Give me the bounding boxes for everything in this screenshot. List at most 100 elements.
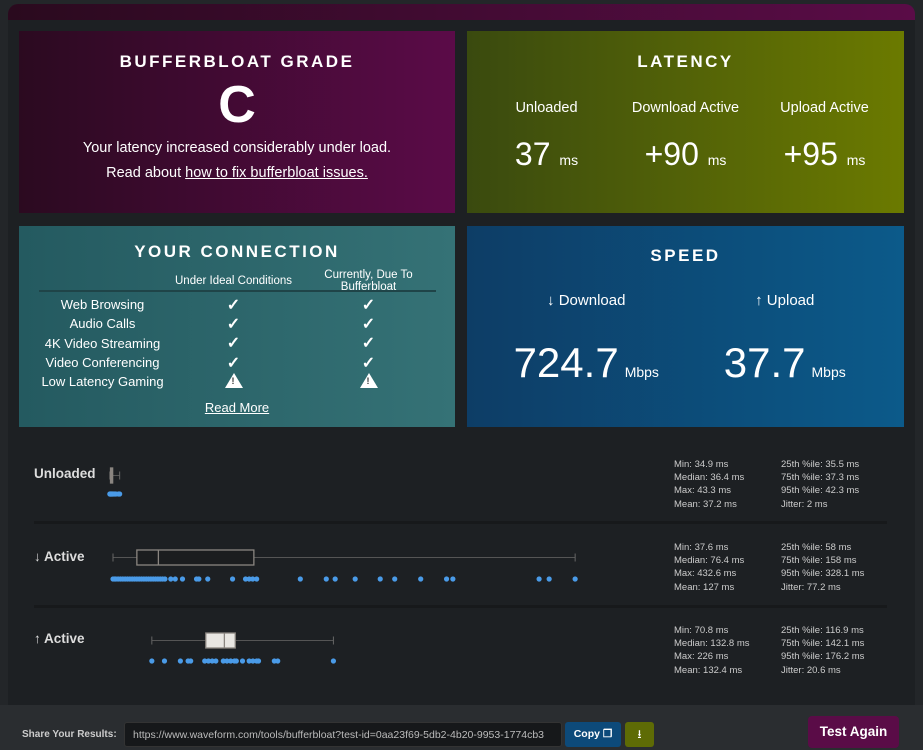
unit: ms	[846, 152, 866, 168]
stat: Median: 76.4 ms	[674, 555, 745, 567]
data-point	[418, 576, 424, 582]
data-point	[205, 576, 211, 582]
speed-title: SPEED	[650, 246, 721, 265]
latency-boxplot-chart	[107, 467, 578, 664]
row-stats: Min: 34.9 ms 25th %ile: 35.5 ms Median: 36…	[674, 458, 894, 511]
share-label: Share Your Results:	[22, 729, 117, 740]
unit: Mbps	[624, 364, 659, 380]
stat: 75th %ile: 158 ms	[781, 555, 857, 567]
grade-message: Your latency increased considerably unde…	[82, 140, 392, 156]
download-button[interactable]: ⭳	[625, 722, 654, 747]
fix-bufferbloat-link[interactable]: how to fix bufferbloat issues.	[185, 165, 368, 181]
latency-value: +90	[644, 136, 699, 172]
check-icon: ✓	[226, 296, 241, 314]
upload-label: ↑ Upload	[755, 292, 815, 309]
test-again-button[interactable]: Test Again	[808, 716, 899, 748]
check-icon: ✓	[226, 315, 241, 333]
latency-card: LATENCY Unloaded 37 ms Download Active +90…	[467, 31, 904, 213]
upload-speed: ↑ Upload 37.7 Mbps	[700, 292, 870, 387]
grade-title: BUFFERBLOAT GRADE	[119, 52, 355, 71]
download-label: ↓ Download	[547, 292, 626, 309]
stat: 95th %ile: 42.3 ms	[781, 485, 860, 497]
data-point	[377, 576, 383, 582]
connection-row: Video Conferencing ✓ ✓	[39, 353, 436, 372]
data-point	[213, 658, 219, 664]
stat: 25th %ile: 58 ms	[781, 542, 852, 553]
data-point	[229, 576, 236, 582]
stat: Median: 132.8 ms	[674, 638, 750, 650]
row-stats: Min: 70.8 ms 25th %ile: 116.9 ms Median: 1…	[674, 624, 894, 677]
copy-label: Copy	[573, 728, 600, 740]
read-about-text: Read about	[106, 165, 186, 181]
latency-label: Unloaded	[515, 100, 578, 116]
stat: Median: 36.4 ms	[674, 472, 745, 484]
latency-value: 37	[514, 136, 551, 172]
data-point	[546, 576, 552, 582]
unit: ms	[559, 152, 579, 168]
data-point	[117, 491, 123, 497]
connection-row: Low Latency Gaming!!	[39, 372, 436, 391]
stat: Min: 34.9 ms	[674, 459, 729, 470]
data-point	[323, 576, 329, 582]
grade-card: BUFFERBLOAT GRADE C Your latency increas…	[19, 31, 455, 213]
row-stats: Min: 37.6 ms 25th %ile: 58 ms Median: 76.4…	[674, 541, 894, 594]
stat: Mean: 132.4 ms	[674, 664, 743, 676]
download-value: 724.7	[513, 339, 619, 386]
iqr-box	[136, 549, 255, 566]
download-speed: ↓ Download 724.7 Mbps	[501, 292, 671, 387]
unit: ms	[707, 152, 727, 168]
latency-label: Upload Active	[780, 100, 869, 116]
grade-letter: C	[218, 76, 256, 134]
data-point	[392, 576, 398, 582]
copy-icon: ❐	[602, 728, 613, 740]
activity-name: Video Conferencing	[45, 355, 160, 371]
activity-name: Audio Calls	[69, 316, 136, 332]
data-point	[330, 658, 337, 664]
share-url-input[interactable]	[124, 722, 562, 747]
latency-value: +95	[783, 136, 838, 172]
stat: Max: 226 ms	[674, 651, 729, 663]
warning-icon: !	[359, 372, 378, 388]
activity-name: 4K Video Streaming	[44, 335, 161, 351]
speed-card: SPEED ↓ Download 724.7 Mbps ↑ Upload 37.7 Mb…	[467, 226, 904, 427]
check-icon: ✓	[361, 335, 376, 353]
check-icon: ✓	[226, 354, 241, 372]
latency-upload-active: Upload Active +95 ms	[760, 100, 890, 173]
data-point	[332, 576, 338, 582]
data-point	[352, 576, 358, 582]
check-icon: ✓	[226, 335, 241, 353]
connection-row: Web Browsing ✓ ✓	[39, 295, 436, 314]
connection-row: 4K Video Streaming ✓ ✓	[39, 334, 436, 353]
stat: Jitter: 20.6 ms	[781, 664, 841, 676]
copy-button[interactable]: Copy ❐	[565, 722, 621, 747]
activity-name: Web Browsing	[60, 297, 145, 313]
stat: Min: 70.8 ms	[674, 625, 729, 636]
stat: 25th %ile: 116.9 ms	[781, 625, 864, 636]
warning-icon: !	[224, 372, 243, 388]
stat: 95th %ile: 176.2 ms	[781, 651, 865, 663]
data-point	[572, 576, 578, 582]
stat: Max: 432.6 ms	[674, 568, 737, 580]
data-point	[255, 658, 262, 664]
data-point	[297, 576, 303, 582]
footer: Share Your Results: Copy ❐ ⭳ Test Again	[0, 705, 923, 750]
iqr-box	[205, 632, 236, 649]
stat: Jitter: 77.2 ms	[781, 581, 841, 593]
stat: 75th %ile: 37.3 ms	[781, 472, 860, 484]
check-icon: ✓	[361, 354, 376, 372]
data-point	[254, 576, 260, 582]
data-point	[161, 658, 168, 664]
data-point	[196, 576, 202, 582]
read-more-link[interactable]: Read More	[19, 400, 455, 415]
activity-name: Low Latency Gaming	[41, 374, 164, 390]
unit: Mbps	[811, 364, 846, 380]
col-current: Currently, Due To Bufferbloat	[324, 269, 413, 293]
data-point	[239, 658, 246, 664]
data-point	[177, 658, 183, 664]
data-point	[168, 576, 174, 582]
upload-value: 37.7	[723, 339, 806, 386]
check-icon: ✓	[361, 315, 376, 333]
data-point	[149, 658, 155, 664]
data-point	[536, 576, 542, 582]
stat: Max: 43.3 ms	[674, 485, 732, 497]
